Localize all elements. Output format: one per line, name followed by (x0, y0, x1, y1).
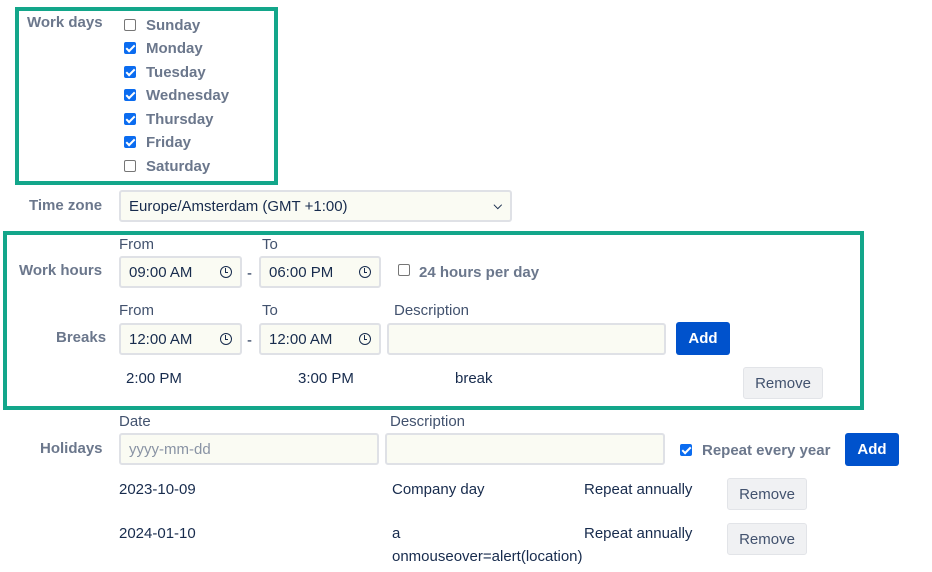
day-checkbox-saturday[interactable] (124, 160, 136, 172)
time-zone-label: Time zone (29, 197, 103, 214)
break-item-to: 3:00 PM (298, 370, 354, 387)
holiday-date: 2024-01-10 (119, 525, 196, 542)
breaks-to-label: To (262, 302, 278, 319)
day-label: Friday (146, 134, 192, 151)
remove-break-button[interactable]: Remove (743, 367, 823, 399)
clock-icon[interactable] (359, 333, 371, 345)
time-zone-value: Europe/Amsterdam (GMT +1:00) (129, 197, 348, 215)
day-label: Wednesday (146, 87, 230, 104)
all-day-checkbox[interactable] (398, 264, 410, 276)
break-description-input[interactable] (387, 323, 666, 355)
date-placeholder: yyyy-mm-dd (129, 440, 211, 458)
remove-holiday-button[interactable]: Remove (727, 523, 807, 555)
break-item-description: break (455, 370, 493, 387)
holiday-repeat: Repeat annually (584, 525, 693, 542)
clock-icon[interactable] (220, 333, 232, 345)
day-label: Sunday (146, 17, 201, 34)
day-label: Saturday (146, 158, 211, 175)
work-hours-to-input[interactable]: 06:00 PM (259, 256, 381, 288)
holiday-repeat: Repeat annually (584, 481, 693, 498)
day-label: Monday (146, 40, 203, 57)
work-hours-label: Work hours (19, 262, 103, 279)
work-hours-from-input[interactable]: 09:00 AM (119, 256, 242, 288)
holiday-date-input[interactable]: yyyy-mm-dd (119, 433, 379, 465)
holiday-date-label: Date (119, 413, 151, 430)
add-holiday-button[interactable]: Add (845, 433, 899, 466)
work-hours-to-value: 06:00 PM (269, 263, 334, 281)
break-item-from: 2:00 PM (126, 370, 182, 387)
add-break-button[interactable]: Add (676, 322, 730, 355)
clock-icon[interactable] (359, 266, 371, 278)
holiday-description: a (392, 525, 401, 542)
separator: - (247, 332, 252, 349)
holiday-description-input[interactable] (385, 433, 665, 465)
day-checkbox-tuesday[interactable] (124, 66, 136, 78)
break-from-input[interactable]: 12:00 AM (119, 323, 242, 355)
time-zone-select[interactable]: Europe/Amsterdam (GMT +1:00) ⌵ (119, 190, 512, 222)
repeat-every-year-label: Repeat every year (702, 442, 831, 459)
holiday-description-line2: onmouseover=alert(location) (392, 548, 583, 565)
all-day-label: 24 hours per day (419, 264, 540, 281)
day-checkbox-wednesday[interactable] (124, 89, 136, 101)
breaks-from-label: From (119, 302, 154, 319)
day-checkbox-sunday[interactable] (124, 19, 136, 31)
holiday-description: Company day (392, 481, 485, 498)
day-checkbox-thursday[interactable] (124, 113, 136, 125)
day-checkbox-friday[interactable] (124, 136, 136, 148)
day-checkbox-monday[interactable] (124, 42, 136, 54)
work-days-label: Work days (27, 14, 103, 31)
repeat-every-year-checkbox[interactable] (680, 444, 692, 456)
break-from-value: 12:00 AM (129, 330, 193, 348)
breaks-description-label: Description (394, 302, 470, 319)
separator: - (247, 265, 252, 282)
work-hours-to-label: To (262, 236, 278, 253)
holiday-date: 2023-10-09 (119, 481, 196, 498)
remove-holiday-button[interactable]: Remove (727, 478, 807, 510)
breaks-label: Breaks (56, 329, 107, 346)
day-label: Thursday (146, 111, 214, 128)
work-hours-from-value: 09:00 AM (129, 263, 193, 281)
work-hours-from-label: From (119, 236, 154, 253)
holidays-label: Holidays (40, 440, 103, 457)
chevron-down-icon: ⌵ (493, 199, 502, 212)
holiday-description-label: Description (390, 413, 466, 430)
day-label: Tuesday (146, 64, 206, 81)
break-to-input[interactable]: 12:00 AM (259, 323, 381, 355)
clock-icon[interactable] (220, 266, 232, 278)
break-to-value: 12:00 AM (269, 330, 333, 348)
